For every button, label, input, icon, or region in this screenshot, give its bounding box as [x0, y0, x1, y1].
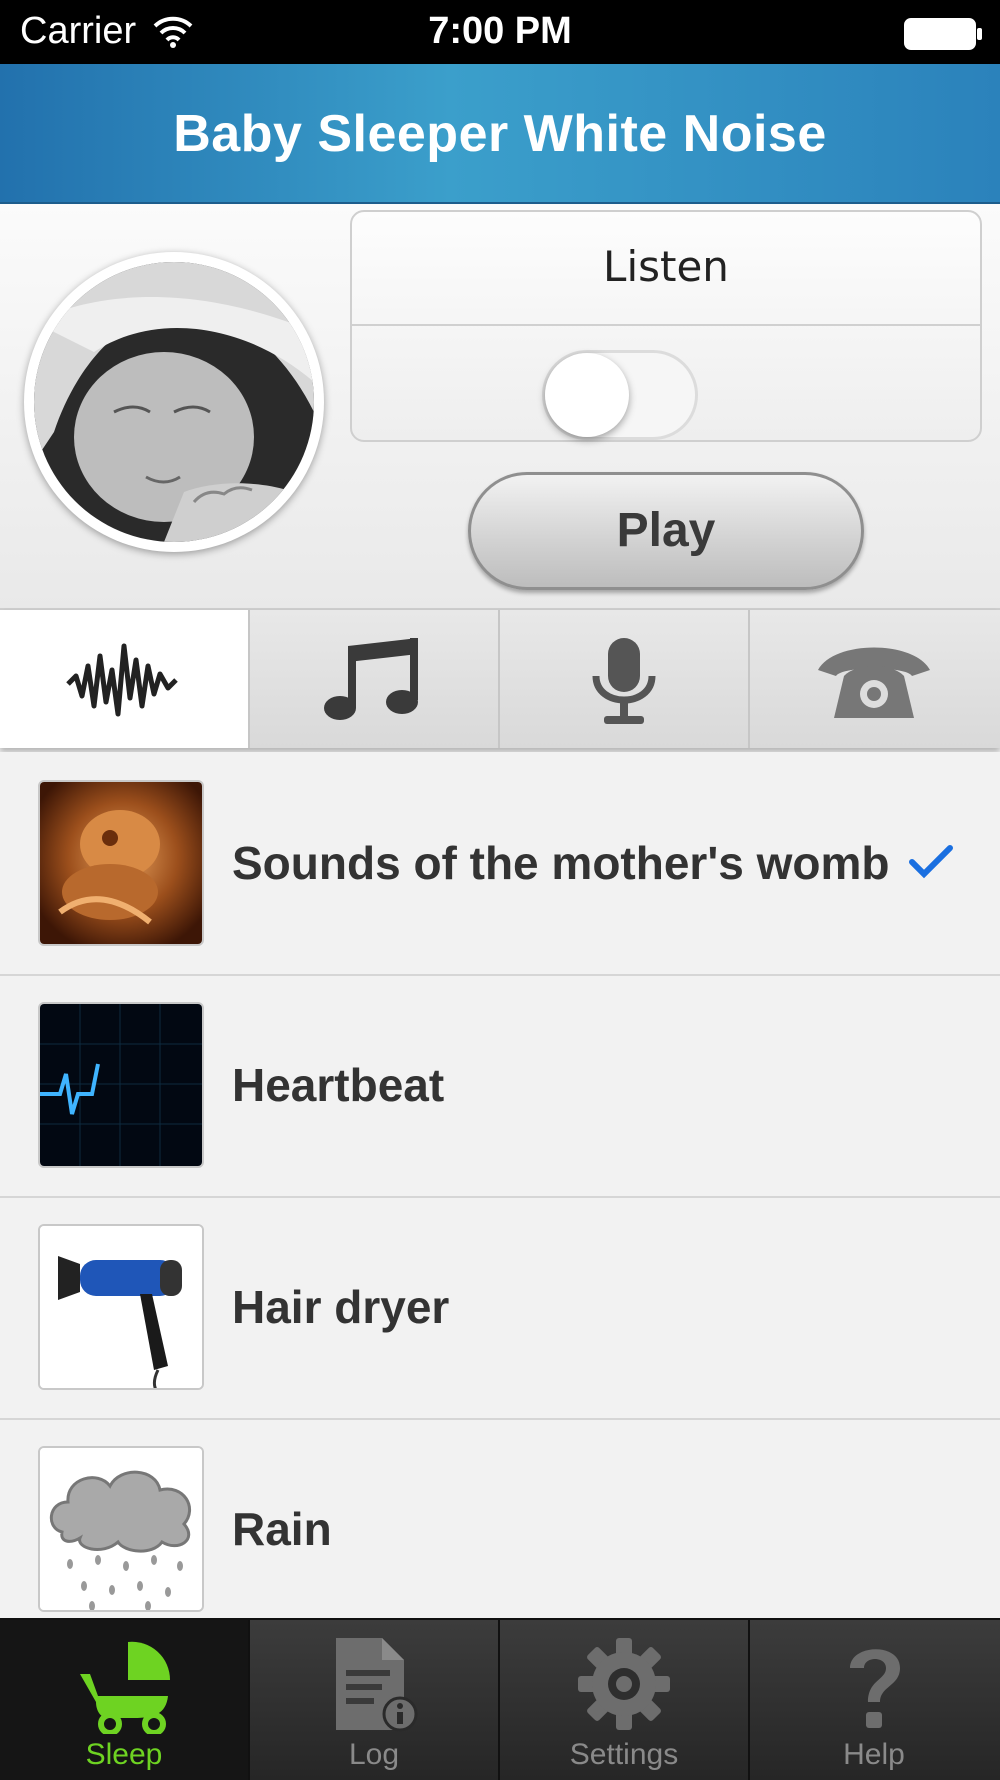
sound-row-rain[interactable]: Rain	[0, 1418, 1000, 1618]
sound-list: Sounds of the mother's womb Heartbeat Ha…	[0, 752, 1000, 1618]
music-note-icon	[324, 638, 418, 720]
listen-divider	[352, 324, 980, 326]
stroller-icon	[80, 1641, 171, 1734]
sound-label: Rain	[232, 1503, 332, 1555]
listen-toggle[interactable]	[542, 350, 698, 440]
page-title: Baby Sleeper White Noise	[173, 105, 827, 163]
tab-bar: Sleep Log Settings Help	[0, 1618, 1000, 1780]
gear-icon	[578, 1638, 670, 1730]
tab-label: Log	[348, 1738, 400, 1771]
tab-label: Sleep	[85, 1738, 163, 1771]
sound-label: Heartbeat	[232, 1059, 445, 1111]
microphone-icon	[592, 638, 656, 724]
sound-label: Sounds of the mother's womb	[232, 837, 890, 889]
nav-bar: Baby Sleeper White Noise	[0, 64, 1000, 204]
rain-cloud-thumbnail	[38, 1446, 204, 1612]
tab-settings[interactable]: Settings	[500, 1620, 750, 1780]
listen-card: Listen	[350, 210, 982, 442]
tab-sleep[interactable]: Sleep	[0, 1620, 250, 1780]
log-document-icon	[336, 1638, 418, 1732]
hair-dryer-thumbnail	[38, 1224, 204, 1390]
status-bar: Carrier 7:00 PM	[0, 0, 1000, 64]
sound-row-womb[interactable]: Sounds of the mother's womb	[0, 752, 1000, 976]
play-button[interactable]: Play	[468, 472, 864, 590]
sound-label: Hair dryer	[232, 1281, 450, 1333]
tab-phone[interactable]	[750, 610, 998, 748]
listen-label: Listen	[603, 242, 729, 291]
tab-recordings[interactable]	[500, 610, 750, 748]
waveform-icon	[66, 643, 178, 717]
control-panel: Listen Play	[0, 204, 1000, 610]
womb-thumbnail	[38, 780, 204, 946]
tab-label: Settings	[569, 1738, 679, 1771]
toggle-knob	[545, 353, 629, 437]
status-time: 7:00 PM	[428, 10, 572, 52]
tab-music[interactable]	[250, 610, 500, 748]
tab-log[interactable]: Log	[250, 1620, 500, 1780]
sound-row-heartbeat[interactable]: Heartbeat	[0, 974, 1000, 1198]
battery-icon	[904, 18, 982, 50]
question-mark-icon	[850, 1649, 900, 1728]
tab-label: Help	[843, 1738, 905, 1771]
heartbeat-thumbnail	[38, 1002, 204, 1168]
sound-category-tabs	[0, 610, 1000, 748]
checkmark-icon	[909, 845, 953, 879]
sound-row-hair-dryer[interactable]: Hair dryer	[0, 1196, 1000, 1420]
tab-white-noise[interactable]	[0, 610, 250, 748]
telephone-icon	[818, 647, 930, 718]
baby-avatar	[24, 252, 324, 552]
tab-help[interactable]: Help	[750, 1620, 998, 1780]
